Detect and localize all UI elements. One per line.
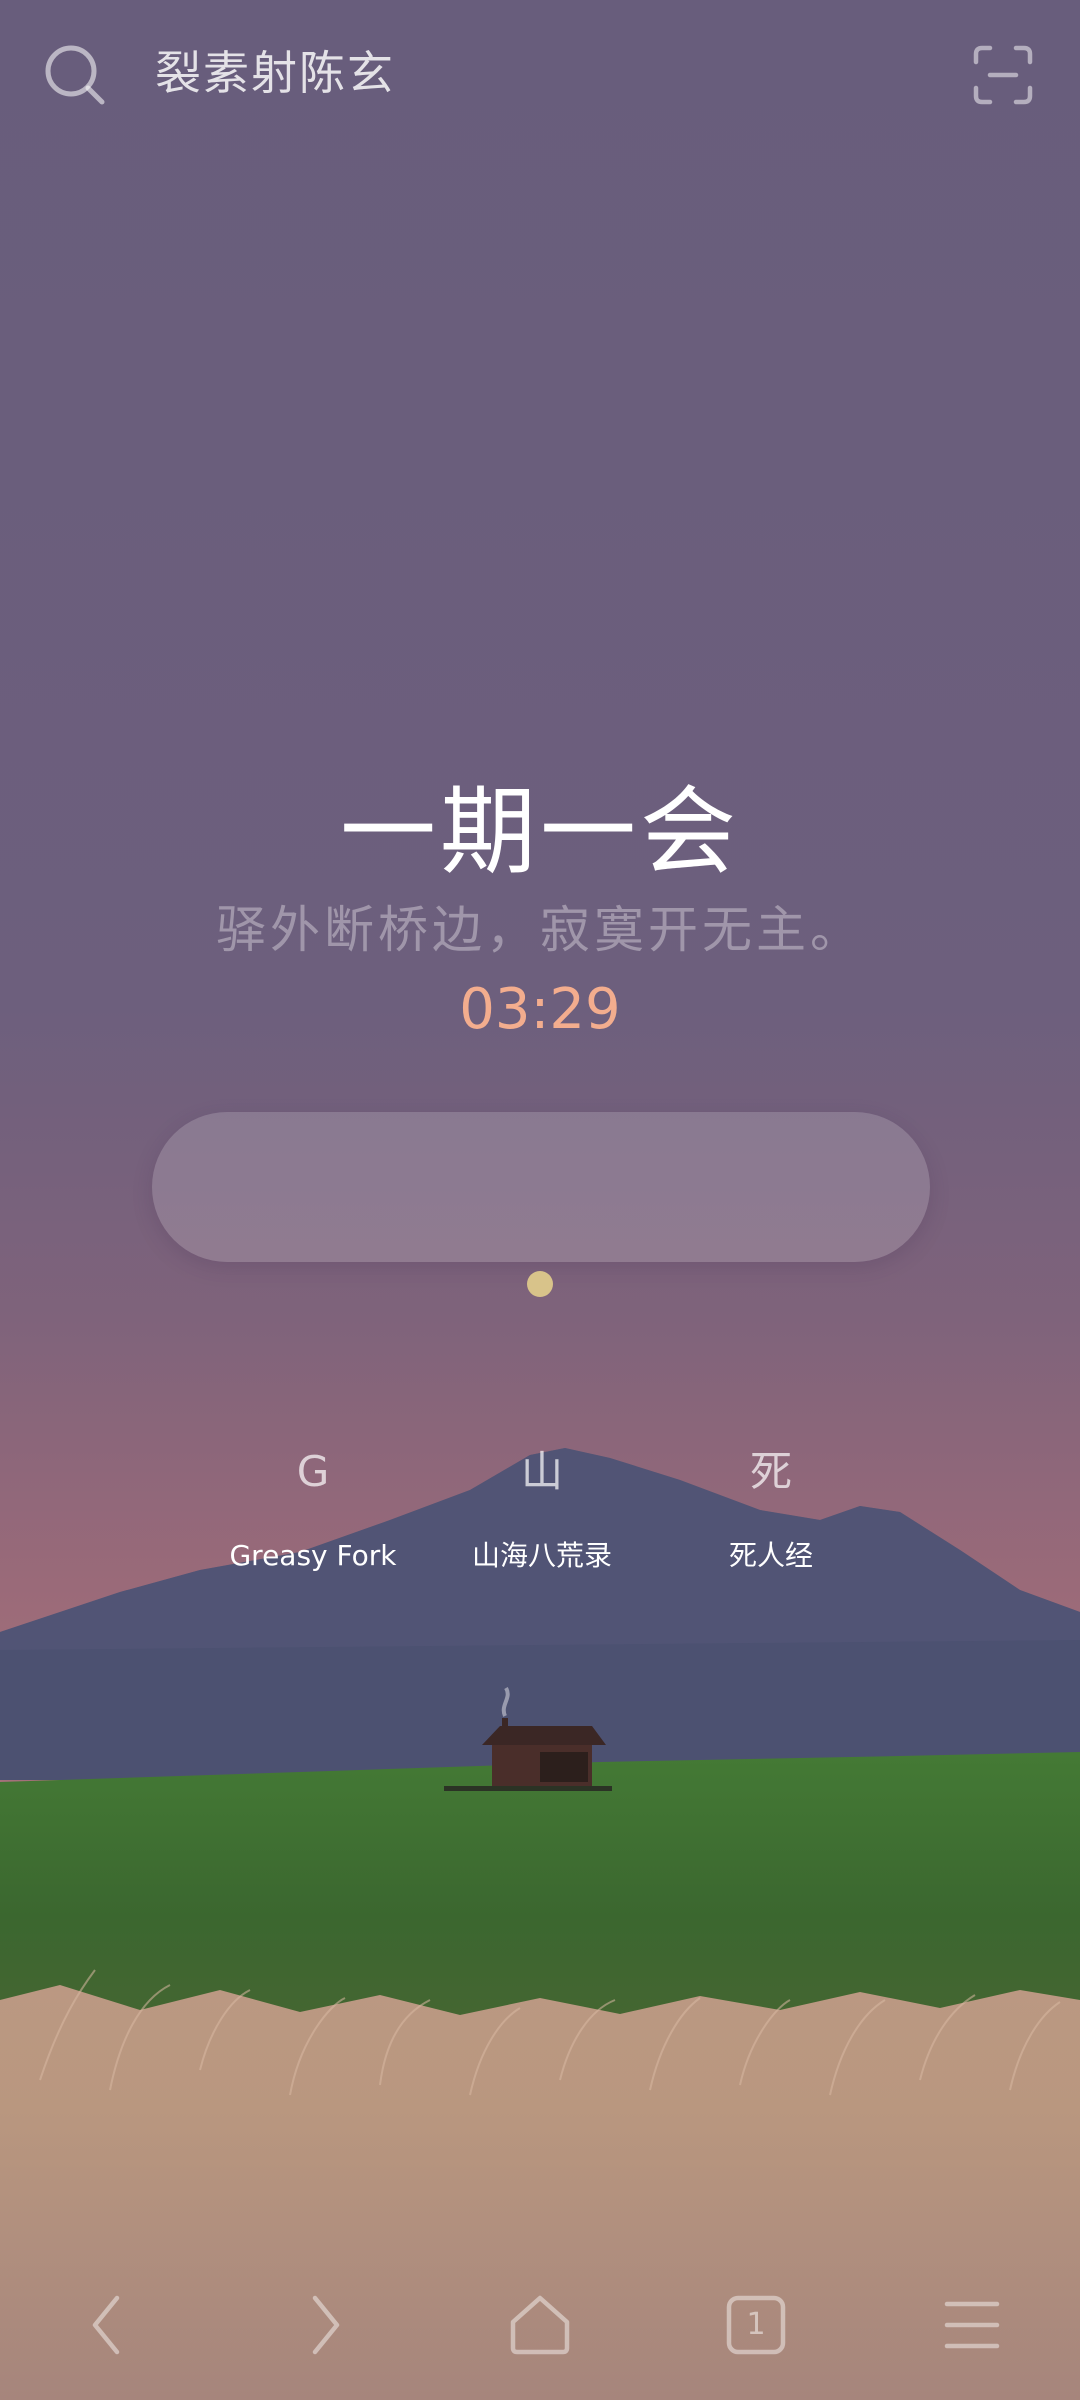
chevron-right-icon[interactable] xyxy=(289,2290,359,2360)
top-bar: 裂素射陈玄 xyxy=(0,0,1080,150)
page-title: 一期一会 xyxy=(340,776,740,888)
shortcut-label: Greasy Fork xyxy=(229,1539,397,1572)
chevron-left-icon[interactable] xyxy=(73,2290,143,2360)
shortcut-initial: 山 xyxy=(520,1447,563,1496)
bottom-nav-bar: 1 xyxy=(0,2270,1080,2400)
tabs-button[interactable]: 1 xyxy=(721,2290,791,2360)
shortcut-initial: 死 xyxy=(749,1447,792,1496)
menu-icon[interactable] xyxy=(937,2290,1007,2360)
search-query-text[interactable]: 裂素射陈玄 xyxy=(155,38,395,108)
home-icon[interactable] xyxy=(505,2290,575,2360)
shortcut-shanhai[interactable]: 山 山海八荒录 xyxy=(422,1430,662,1610)
clock-time: 03:29 xyxy=(459,977,621,1042)
shortcut-label: 死人经 xyxy=(728,1539,813,1572)
scan-icon[interactable] xyxy=(970,42,1036,108)
poem-subtitle: 驿外断桥边，寂寞开无主。 xyxy=(216,901,864,959)
shortcut-label: 山海八荒录 xyxy=(471,1539,612,1572)
search-icon[interactable] xyxy=(40,40,110,110)
shortcut-greasy-fork[interactable]: G Greasy Fork xyxy=(193,1430,433,1610)
search-input[interactable] xyxy=(152,1112,930,1262)
shortcut-initial: G xyxy=(296,1447,330,1496)
shortcut-sirenjing[interactable]: 死 死人经 xyxy=(651,1430,891,1610)
page-indicator-dot xyxy=(527,1271,553,1297)
tab-count: 1 xyxy=(746,2307,766,2342)
